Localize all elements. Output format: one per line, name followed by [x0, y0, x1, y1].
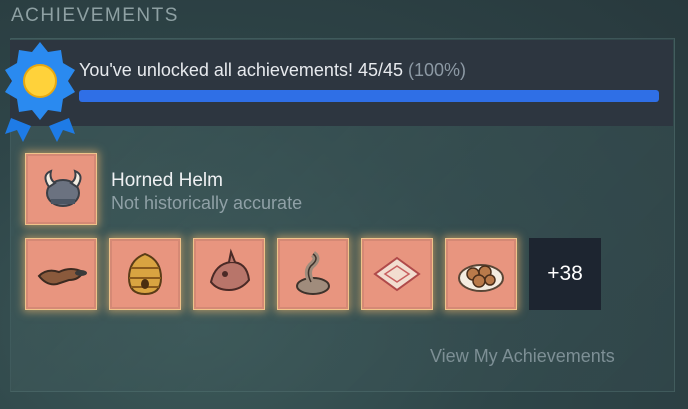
unlock-message: You've unlocked all achievements! 45/45 …	[79, 60, 466, 81]
progress-fill	[79, 90, 659, 102]
achievement-tile[interactable]	[25, 238, 97, 310]
dinosaur-skull-icon	[209, 248, 251, 292]
featured-achievement-name: Horned Helm	[111, 170, 223, 191]
achievement-tile[interactable]	[277, 238, 349, 310]
section-title: ACHIEVEMENTS	[11, 5, 179, 26]
achievement-tile[interactable]	[445, 238, 517, 310]
carpet-icon	[373, 256, 421, 292]
achievement-tile[interactable]	[193, 238, 265, 310]
featured-achievement-tile[interactable]	[25, 153, 97, 225]
unlock-count-text: You've unlocked all achievements! 45/45	[79, 60, 403, 80]
beehive-icon	[127, 252, 163, 296]
view-my-achievements-link[interactable]: View My Achievements	[430, 346, 615, 367]
platypus-icon	[37, 268, 87, 286]
horned-helm-icon	[44, 169, 82, 207]
achievement-tile[interactable]	[109, 238, 181, 310]
achievement-banner	[10, 40, 673, 126]
unlock-percent: (100%)	[408, 60, 467, 80]
progress-bar	[79, 90, 659, 102]
featured-achievement-description: Not historically accurate	[111, 193, 303, 213]
achievement-tile[interactable]	[361, 238, 433, 310]
more-achievements-count[interactable]: +38	[529, 238, 601, 310]
award-badge-icon	[5, 42, 75, 142]
snake-icon	[296, 251, 330, 295]
dumplings-plate-icon	[458, 264, 504, 292]
